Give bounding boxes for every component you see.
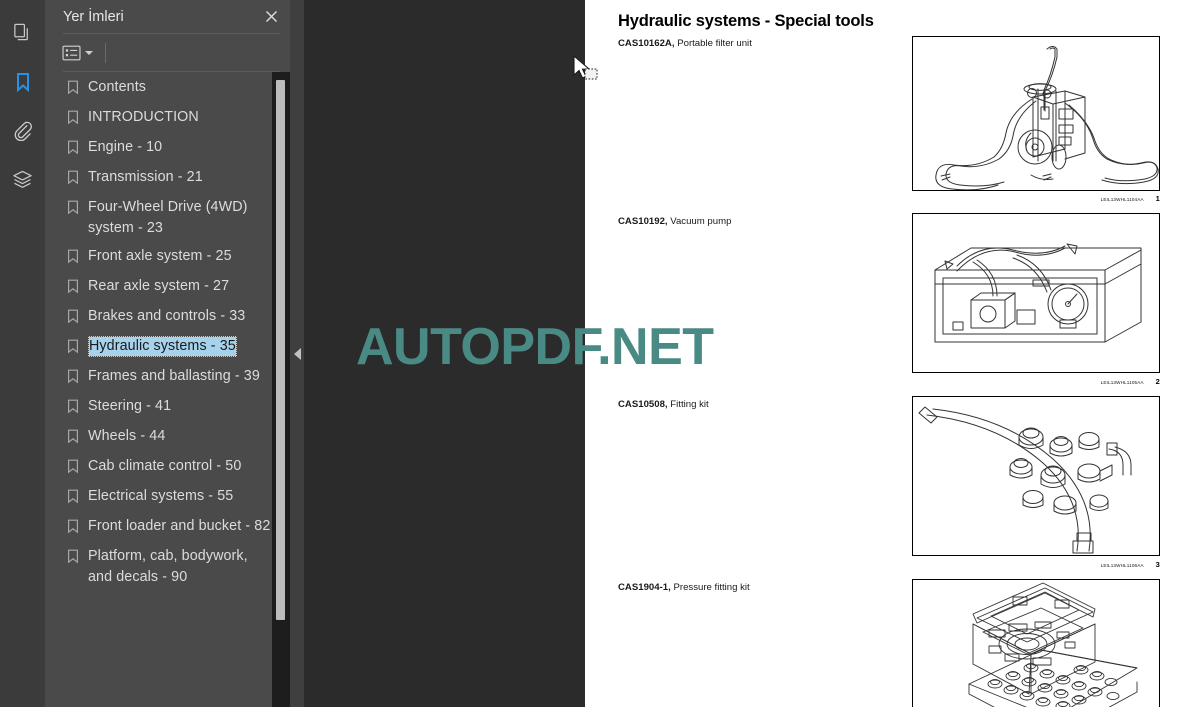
- bookmark-item[interactable]: Four-Wheel Drive (4WD) system - 23: [67, 197, 272, 239]
- bookmark-item-label: Cab climate control - 50: [88, 458, 242, 474]
- figure-block: CAS10192, Vacuum pump LEIL13WHL1105AA 2: [618, 213, 1160, 390]
- bookmark-item-label: Frames and ballasting - 39: [88, 368, 260, 384]
- bookmark-item[interactable]: Front loader and bucket - 82: [67, 516, 272, 539]
- bookmark-item-icon: [67, 249, 79, 269]
- bookmarks-panel-title: Yer İmleri: [63, 8, 124, 25]
- panel-collapse-handle[interactable]: [290, 0, 304, 707]
- bookmark-item-label: Contents: [88, 79, 147, 95]
- bookmark-item-icon: [67, 279, 79, 299]
- bookmark-item[interactable]: Transmission - 21: [67, 167, 272, 190]
- bookmark-item-label: Engine - 10: [88, 139, 163, 155]
- figure-number: 1: [1155, 194, 1160, 203]
- bookmark-item[interactable]: Rear axle system - 27: [67, 276, 272, 299]
- bookmarks-panel: Yer İmleri Contents INTRODUCTION Engine …: [45, 0, 290, 707]
- bookmark-item-icon: [67, 549, 79, 569]
- bookmarks-toolbar: [45, 34, 290, 71]
- pdf-reader-window: Yer İmleri Contents INTRODUCTION Engine …: [0, 0, 1200, 707]
- figure-id-row: LEIL13WHL1106AA 3: [1101, 560, 1160, 569]
- bookmark-options-button[interactable]: [59, 43, 96, 63]
- bookmark-item-label: Front loader and bucket - 82: [88, 518, 271, 534]
- figure-caption-text: Fitting kit: [670, 399, 709, 410]
- bookmark-item-icon: [67, 399, 79, 419]
- bookmark-item-icon: [67, 489, 79, 509]
- figure-id-row: LEIL13WHL1104AA 1: [1101, 194, 1160, 203]
- figure-id: LEIL13WHL1104AA: [1100, 197, 1144, 202]
- toolbar-divider: [105, 42, 106, 63]
- figure-code: CAS1904-1,: [618, 582, 671, 593]
- chevron-down-icon: [85, 50, 93, 55]
- figure-block: CAS1904-1, Pressure fitting kit: [618, 579, 1160, 707]
- bookmark-item[interactable]: Electrical systems - 55: [67, 486, 272, 509]
- pdf-page: Hydraulic systems - Special tools CAS101…: [585, 0, 1200, 707]
- figure-code: CAS10192,: [618, 216, 668, 227]
- bookmark-item-label: Platform, cab, bodywork, and decals - 90: [88, 548, 248, 585]
- thumbnails-icon[interactable]: [0, 8, 45, 57]
- bookmark-item-icon: [67, 80, 79, 100]
- bookmark-item-icon: [67, 140, 79, 160]
- figure-caption-text: Vacuum pump: [670, 216, 732, 227]
- bookmarks-scrollbar-thumb[interactable]: [276, 80, 285, 620]
- figure-image[interactable]: [912, 213, 1160, 373]
- bookmark-item[interactable]: Frames and ballasting - 39: [67, 366, 272, 389]
- bookmarks-scrollbar[interactable]: [272, 72, 290, 707]
- bookmark-item[interactable]: Steering - 41: [67, 396, 272, 419]
- figure-image[interactable]: [912, 579, 1160, 707]
- bookmark-item[interactable]: Wheels - 44: [67, 426, 272, 449]
- bookmark-item-icon: [67, 200, 79, 220]
- figure-id: LEIL13WHL1106AA: [1100, 563, 1144, 568]
- bookmark-item-icon: [67, 110, 79, 130]
- bookmark-item-icon: [67, 429, 79, 449]
- figure-block: CAS10162A, Portable filter unit LEIL13WH…: [618, 36, 1160, 205]
- chevron-left-icon: [293, 347, 301, 360]
- bookmark-item[interactable]: Hydraulic systems - 35: [67, 336, 272, 359]
- bookmark-icon[interactable]: [0, 57, 45, 106]
- bookmark-item[interactable]: Platform, cab, bodywork, and decals - 90: [67, 546, 272, 588]
- bookmark-item-label: Wheels - 44: [88, 428, 166, 444]
- bookmark-item-label: Transmission - 21: [88, 169, 203, 185]
- page-title: Hydraulic systems - Special tools: [618, 12, 874, 30]
- figure-block: CAS10508, Fitting kit LEIL13WHL1106AA 3: [618, 396, 1160, 573]
- figure-id: LEIL13WHL1105AA: [1100, 380, 1144, 385]
- figure-caption-text: Pressure fitting kit: [673, 582, 750, 593]
- bookmark-item-label: Hydraulic systems - 35: [88, 336, 237, 357]
- bookmarks-scroll-area[interactable]: Contents INTRODUCTION Engine - 10 Transmiss…: [45, 72, 290, 707]
- bookmark-item-label: Rear axle system - 27: [88, 278, 230, 294]
- bookmarks-list: Contents INTRODUCTION Engine - 10 Transmiss…: [45, 77, 290, 588]
- figure-id-row: LEIL13WHL1105AA 2: [1101, 377, 1160, 386]
- bookmark-item-label: Brakes and controls - 33: [88, 308, 246, 324]
- bookmark-item-icon: [67, 309, 79, 329]
- bookmark-item-icon: [67, 339, 79, 359]
- figure-image[interactable]: [912, 36, 1160, 191]
- figure-code: CAS10162A,: [618, 38, 675, 49]
- bookmark-item-label: Four-Wheel Drive (4WD) system - 23: [88, 199, 248, 236]
- bookmark-item-label: Steering - 41: [88, 398, 172, 414]
- bookmark-item[interactable]: Cab climate control - 50: [67, 456, 272, 479]
- bookmark-item-icon: [67, 459, 79, 479]
- bookmark-item-icon: [67, 519, 79, 539]
- bookmark-item[interactable]: Brakes and controls - 33: [67, 306, 272, 329]
- bookmark-item-icon: [67, 170, 79, 190]
- layers-icon[interactable]: [0, 155, 45, 204]
- document-viewer: Hydraulic systems - Special tools CAS101…: [290, 0, 1200, 707]
- bookmark-item-icon: [67, 369, 79, 389]
- bookmarks-panel-header: Yer İmleri: [45, 0, 290, 33]
- figure-image[interactable]: [912, 396, 1160, 556]
- figure-number: 3: [1155, 560, 1160, 569]
- close-icon[interactable]: [260, 6, 282, 28]
- bookmark-item-label: INTRODUCTION: [88, 109, 199, 125]
- figure-number: 2: [1155, 377, 1160, 386]
- bookmark-item[interactable]: Engine - 10: [67, 137, 272, 160]
- bookmark-item[interactable]: Front axle system - 25: [67, 246, 272, 269]
- bookmark-item-label: Front axle system - 25: [88, 248, 232, 264]
- bookmark-item-label: Electrical systems - 55: [88, 488, 234, 504]
- figure-caption-text: Portable filter unit: [677, 38, 752, 49]
- document-canvas[interactable]: Hydraulic systems - Special tools CAS101…: [304, 0, 1200, 707]
- attachment-icon[interactable]: [0, 106, 45, 155]
- bookmark-item[interactable]: Contents: [67, 77, 272, 100]
- sidebar-icon-rail: [0, 0, 45, 707]
- figure-code: CAS10508,: [618, 399, 668, 410]
- bookmark-item[interactable]: INTRODUCTION: [67, 107, 272, 130]
